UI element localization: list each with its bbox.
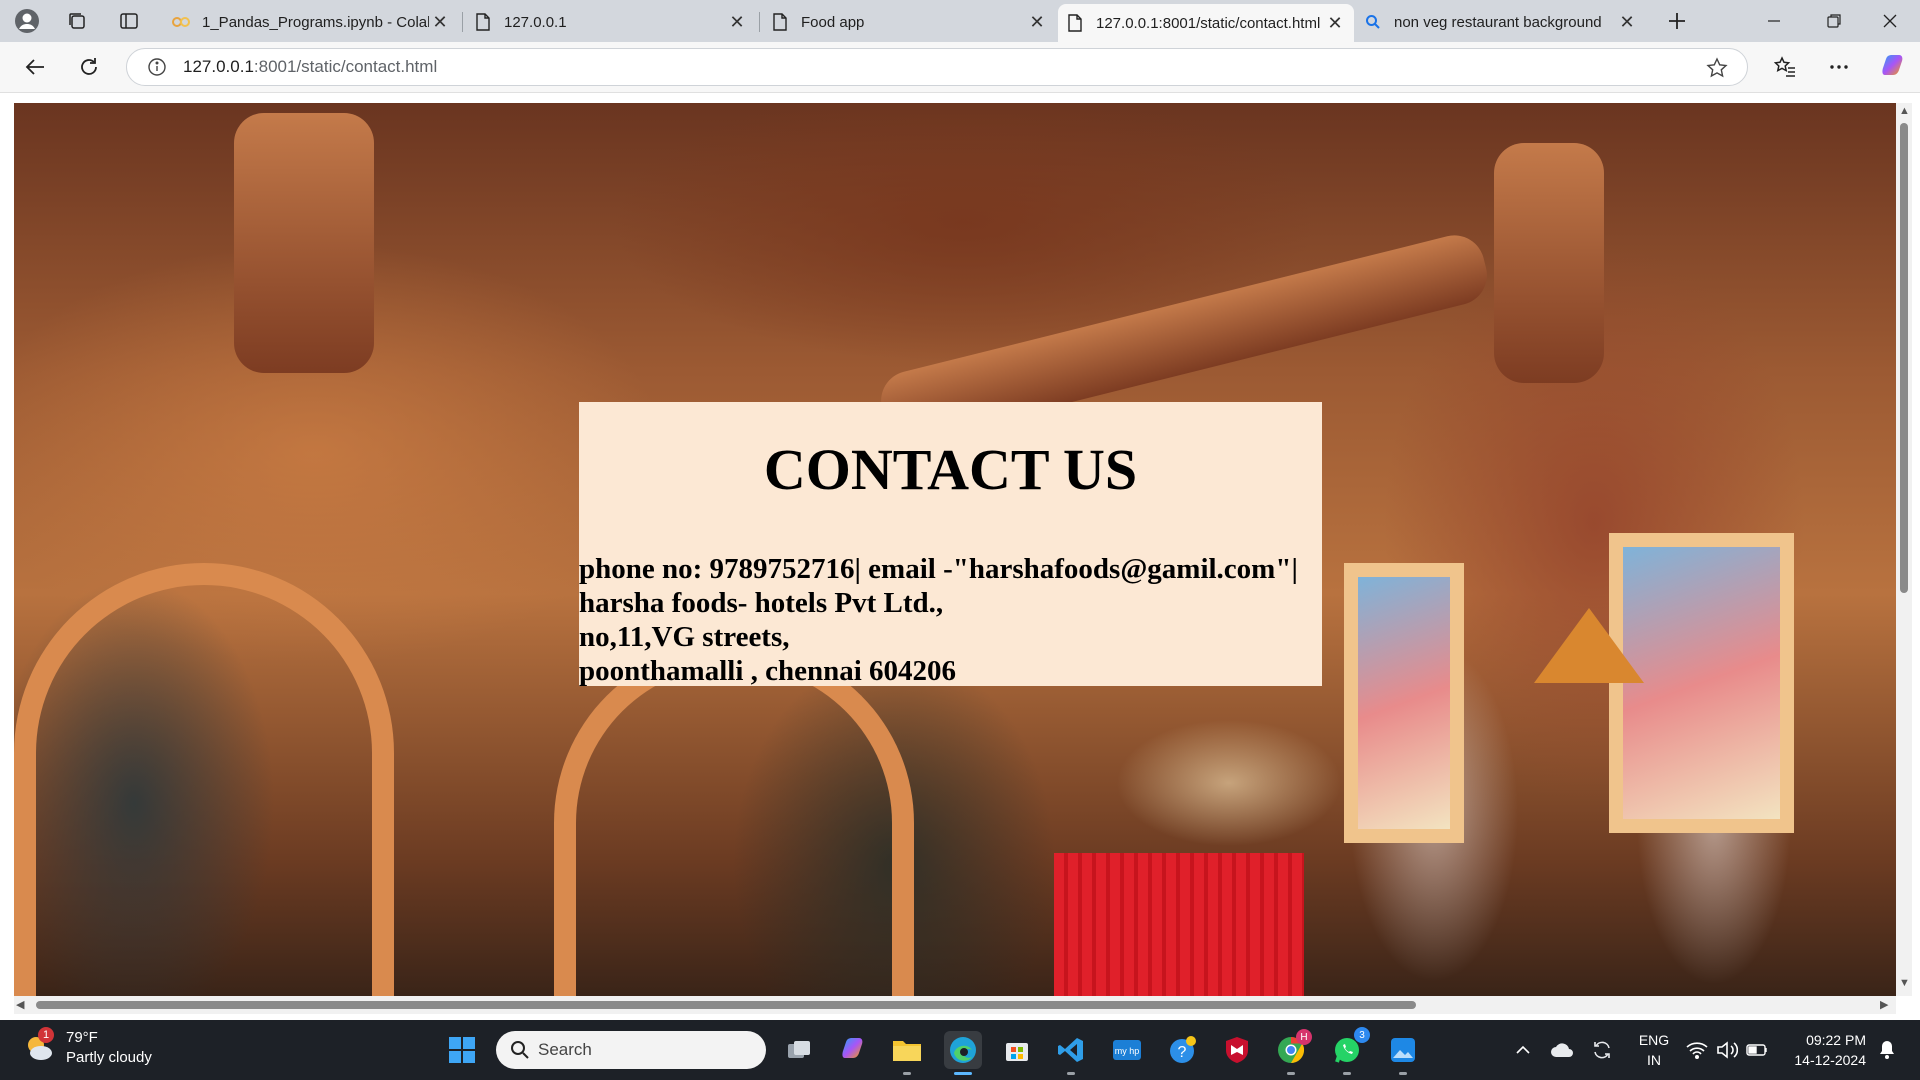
lamp-decoration (1534, 608, 1644, 683)
tab-title: 1_Pandas_Programs.ipynb - Colab (202, 13, 429, 31)
tab-contact[interactable]: 127.0.0.1:8001/static/contact.html ✕ (1058, 4, 1354, 42)
wall-frame-decoration (1344, 563, 1464, 843)
workspaces-icon[interactable] (62, 6, 92, 36)
tab-title: 127.0.0.1:8001/static/contact.html (1096, 14, 1321, 32)
colab-icon (172, 13, 190, 31)
search-label: Search (538, 1040, 592, 1059)
page-icon (474, 13, 492, 31)
tab-localhost[interactable]: 127.0.0.1 ✕ (466, 4, 756, 40)
arch-decoration (14, 563, 394, 996)
wall-frame-decoration (1609, 533, 1794, 833)
svg-text:?: ? (1178, 1044, 1187, 1061)
restore-icon[interactable] (1806, 0, 1862, 42)
close-tab-icon[interactable]: ✕ (1324, 12, 1346, 34)
scroll-up-icon[interactable]: ▲ (1899, 105, 1910, 117)
vertical-scrollbar[interactable]: ▲ ▼ (1896, 103, 1912, 996)
tab-search[interactable]: non veg restaurant background ✕ (1356, 4, 1646, 40)
tab-colab[interactable]: 1_Pandas_Programs.ipynb - Colab ✕ (164, 4, 459, 40)
contact-street: no,11,VG streets, (579, 621, 790, 653)
scroll-down-icon[interactable]: ▼ (1899, 977, 1910, 989)
contact-phone-email: phone no: 9789752716| email -"harshafood… (579, 553, 1298, 585)
system-clock[interactable]: 09:22 PM 14-12-2024 (1782, 1030, 1866, 1070)
start-button[interactable] (443, 1031, 481, 1069)
reload-icon[interactable] (72, 50, 106, 84)
taskbar-search[interactable]: Search (496, 1031, 766, 1069)
weather-temp: 79°F (66, 1029, 98, 1046)
horizontal-scrollbar[interactable]: ◀ ▶ (14, 996, 1896, 1014)
weather-condition: Partly cloudy (66, 1049, 152, 1066)
contact-box: CONTACT US phone no: 9789752716| email -… (579, 402, 1322, 687)
taskbar: 1 79°F Partly cloudy Search my hp ? H 3 … (0, 1020, 1920, 1080)
whatsapp-badge: 3 (1354, 1027, 1370, 1043)
mcafee-icon[interactable] (1218, 1031, 1256, 1069)
favorites-icon[interactable] (1768, 50, 1802, 84)
clock-time: 09:22 PM (1806, 1032, 1866, 1048)
browser-toolbar: 127.0.0.1:8001/static/contact.html (0, 42, 1920, 93)
chrome-profile-badge: H (1296, 1029, 1312, 1045)
copilot-app-icon[interactable] (834, 1031, 872, 1069)
tab-title: 127.0.0.1 (504, 13, 567, 31)
more-menu-icon[interactable] (1822, 50, 1856, 84)
volume-icon[interactable] (1712, 1020, 1742, 1080)
weather-widget[interactable]: 1 79°F Partly cloudy (22, 1027, 152, 1068)
close-tab-icon[interactable]: ✕ (1616, 11, 1638, 33)
show-hidden-icons[interactable] (1508, 1020, 1538, 1080)
edge-icon[interactable] (944, 1031, 982, 1075)
profile-icon[interactable] (12, 6, 42, 36)
tab-food-app[interactable]: Food app ✕ (763, 4, 1056, 40)
close-tab-icon[interactable]: ✕ (1026, 11, 1048, 33)
search-icon (1364, 13, 1382, 31)
close-tab-icon[interactable]: ✕ (726, 11, 748, 33)
new-tab-icon[interactable] (1662, 6, 1692, 36)
back-icon[interactable] (18, 50, 52, 84)
arch-decoration (554, 643, 914, 996)
favorite-star-icon[interactable] (1705, 56, 1729, 80)
vscode-icon[interactable] (1052, 1031, 1090, 1075)
address-bar[interactable]: 127.0.0.1:8001/static/contact.html (126, 48, 1748, 86)
horizontal-scroll-thumb[interactable] (36, 1001, 1416, 1009)
language-indicator[interactable]: ENG IN (1636, 1030, 1672, 1070)
chrome-icon[interactable]: H (1272, 1029, 1312, 1075)
minimize-icon[interactable] (1746, 0, 1802, 42)
weather-icon: 1 (22, 1027, 56, 1065)
page-background: CONTACT US phone no: 9789752716| email -… (14, 103, 1896, 996)
myhp-icon[interactable]: my hp (1108, 1031, 1146, 1069)
contact-details: phone no: 9789752716| email -"harshafood… (579, 552, 1339, 688)
contact-heading: CONTACT US (763, 437, 1138, 502)
clock-date: 14-12-2024 (1794, 1052, 1866, 1068)
duct-decoration (1494, 143, 1604, 383)
search-icon (510, 1040, 530, 1060)
battery-icon[interactable] (1742, 1020, 1772, 1080)
task-view-icon[interactable] (780, 1031, 818, 1069)
onedrive-icon[interactable] (1546, 1020, 1578, 1080)
page-icon (1066, 14, 1084, 32)
sync-icon[interactable] (1586, 1020, 1618, 1080)
tab-title: non veg restaurant background (1394, 13, 1602, 31)
tab-title: Food app (801, 13, 865, 31)
close-window-icon[interactable] (1862, 0, 1918, 42)
copilot-icon[interactable] (1876, 50, 1910, 84)
contact-city: poonthamalli , chennai 604206 (579, 655, 957, 687)
scroll-left-icon[interactable]: ◀ (16, 998, 24, 1011)
duct-decoration (234, 113, 374, 373)
tab-actions-icon[interactable] (114, 6, 144, 36)
close-tab-icon[interactable]: ✕ (429, 11, 451, 33)
url-text: 127.0.0.1:8001/static/contact.html (183, 57, 438, 76)
site-info-icon[interactable] (145, 55, 169, 79)
file-explorer-icon[interactable] (888, 1031, 926, 1075)
vertical-scroll-thumb[interactable] (1900, 123, 1908, 593)
page-icon (771, 13, 789, 31)
scroll-right-icon[interactable]: ▶ (1880, 998, 1888, 1011)
wifi-icon[interactable] (1682, 1020, 1712, 1080)
tab-strip: 1_Pandas_Programs.ipynb - Colab ✕ 127.0.… (0, 0, 1920, 42)
contact-company: harsha foods- hotels Pvt Ltd., (579, 587, 944, 619)
weather-badge: 1 (38, 1027, 54, 1043)
photos-icon[interactable] (1384, 1031, 1422, 1075)
notifications-icon[interactable] (1872, 1020, 1902, 1080)
whatsapp-icon[interactable]: 3 (1328, 1027, 1370, 1075)
svg-text:my hp: my hp (1115, 1046, 1140, 1056)
help-icon[interactable]: ? (1164, 1031, 1202, 1069)
store-icon[interactable] (998, 1031, 1036, 1069)
counter-decoration (1054, 853, 1304, 996)
